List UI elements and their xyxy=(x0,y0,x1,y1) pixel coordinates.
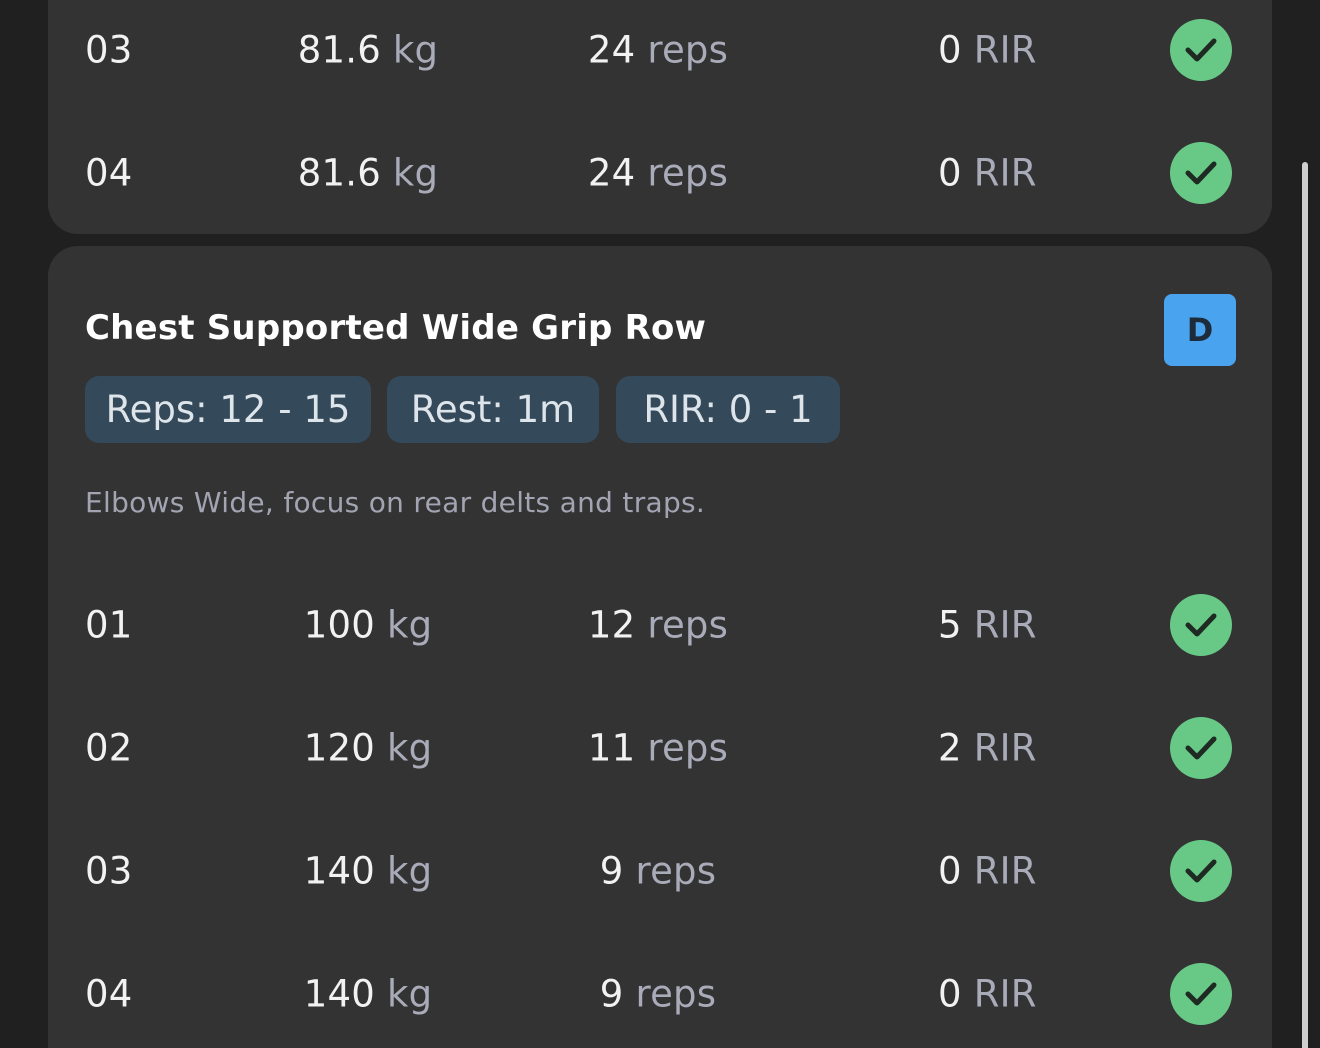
previous-exercise-card: 03 81.6 kg 24 reps 0 RIR 04 81.6 kg 24 r… xyxy=(48,0,1272,234)
set-complete-button[interactable] xyxy=(1170,19,1232,81)
set-weight[interactable]: 120 kg xyxy=(273,727,463,770)
reps-unit: reps xyxy=(647,726,729,770)
rir-value: 2 xyxy=(938,726,962,770)
weight-unit: kg xyxy=(386,972,433,1016)
set-reps[interactable]: 9 reps xyxy=(558,850,758,893)
reps-unit: reps xyxy=(647,603,729,647)
weight-unit: kg xyxy=(392,28,439,72)
set-weight[interactable]: 81.6 kg xyxy=(273,152,463,195)
set-reps[interactable]: 24 reps xyxy=(558,29,758,72)
reps-value: 24 xyxy=(587,151,636,195)
reps-unit: reps xyxy=(635,849,717,893)
set-row[interactable]: 03 81.6 kg 24 reps 0 RIR xyxy=(48,10,1272,90)
set-number: 01 xyxy=(85,603,133,647)
set-row[interactable]: 03 140 kg 9 reps 0 RIR xyxy=(48,831,1272,911)
rir-unit: RIR xyxy=(973,849,1037,893)
check-icon xyxy=(1185,859,1217,883)
weight-value: 140 xyxy=(303,849,375,893)
set-number: 03 xyxy=(85,849,133,893)
exercise-card: Chest Supported Wide Grip Row D Reps: 12… xyxy=(48,246,1272,1048)
weight-unit: kg xyxy=(386,603,433,647)
weight-unit: kg xyxy=(386,726,433,770)
set-complete-button[interactable] xyxy=(1170,963,1232,1025)
set-number: 03 xyxy=(85,28,133,72)
set-number: 04 xyxy=(85,151,133,195)
rir-chip: RIR: 0 - 1 xyxy=(616,376,840,443)
set-number: 02 xyxy=(85,726,133,770)
exercise-badge-button[interactable]: D xyxy=(1164,294,1236,366)
rest-chip: Rest: 1m xyxy=(387,376,599,443)
set-rir[interactable]: 0 RIR xyxy=(938,152,1037,195)
set-rir[interactable]: 2 RIR xyxy=(938,727,1037,770)
set-row[interactable]: 02 120 kg 11 reps 2 RIR xyxy=(48,708,1272,788)
set-complete-button[interactable] xyxy=(1170,594,1232,656)
rir-value: 0 xyxy=(938,151,962,195)
set-reps[interactable]: 9 reps xyxy=(558,973,758,1016)
check-icon xyxy=(1185,736,1217,760)
rir-unit: RIR xyxy=(973,151,1037,195)
set-weight[interactable]: 140 kg xyxy=(273,973,463,1016)
reps-value: 24 xyxy=(587,28,636,72)
set-rir[interactable]: 5 RIR xyxy=(938,604,1037,647)
rep-range-chip: Reps: 12 - 15 xyxy=(85,376,371,443)
reps-value: 9 xyxy=(599,849,624,893)
weight-value: 120 xyxy=(303,726,375,770)
rir-value: 0 xyxy=(938,972,962,1016)
rir-value: 0 xyxy=(938,28,962,72)
set-rir[interactable]: 0 RIR xyxy=(938,29,1037,72)
set-reps[interactable]: 24 reps xyxy=(558,152,758,195)
exercise-title[interactable]: Chest Supported Wide Grip Row xyxy=(85,308,706,348)
check-icon xyxy=(1185,161,1217,185)
weight-value: 100 xyxy=(303,603,375,647)
rir-unit: RIR xyxy=(973,603,1037,647)
weight-value: 140 xyxy=(303,972,375,1016)
set-number: 04 xyxy=(85,972,133,1016)
set-weight[interactable]: 140 kg xyxy=(273,850,463,893)
set-complete-button[interactable] xyxy=(1170,840,1232,902)
set-row[interactable]: 01 100 kg 12 reps 5 RIR xyxy=(48,585,1272,665)
workout-screen: 03 81.6 kg 24 reps 0 RIR 04 81.6 kg 24 r… xyxy=(0,0,1320,1048)
rir-value: 0 xyxy=(938,849,962,893)
set-complete-button[interactable] xyxy=(1170,142,1232,204)
scrollbar[interactable] xyxy=(1302,162,1308,1048)
weight-value: 81.6 xyxy=(297,151,381,195)
set-row[interactable]: 04 81.6 kg 24 reps 0 RIR xyxy=(48,133,1272,213)
reps-unit: reps xyxy=(635,972,717,1016)
set-rir[interactable]: 0 RIR xyxy=(938,850,1037,893)
rir-unit: RIR xyxy=(973,972,1037,1016)
reps-value: 12 xyxy=(587,603,636,647)
weight-value: 81.6 xyxy=(297,28,381,72)
set-reps[interactable]: 12 reps xyxy=(558,604,758,647)
rir-unit: RIR xyxy=(973,28,1037,72)
check-icon xyxy=(1185,982,1217,1006)
reps-value: 11 xyxy=(587,726,636,770)
exercise-notes: Elbows Wide, focus on rear delts and tra… xyxy=(85,486,706,519)
set-complete-button[interactable] xyxy=(1170,717,1232,779)
rir-value: 5 xyxy=(938,603,962,647)
reps-unit: reps xyxy=(647,151,729,195)
set-rir[interactable]: 0 RIR xyxy=(938,973,1037,1016)
set-reps[interactable]: 11 reps xyxy=(558,727,758,770)
set-weight[interactable]: 100 kg xyxy=(273,604,463,647)
rir-unit: RIR xyxy=(973,726,1037,770)
check-icon xyxy=(1185,38,1217,62)
reps-value: 9 xyxy=(599,972,624,1016)
set-row[interactable]: 04 140 kg 9 reps 0 RIR xyxy=(48,954,1272,1034)
set-weight[interactable]: 81.6 kg xyxy=(273,29,463,72)
weight-unit: kg xyxy=(392,151,439,195)
reps-unit: reps xyxy=(647,28,729,72)
check-icon xyxy=(1185,613,1217,637)
weight-unit: kg xyxy=(386,849,433,893)
